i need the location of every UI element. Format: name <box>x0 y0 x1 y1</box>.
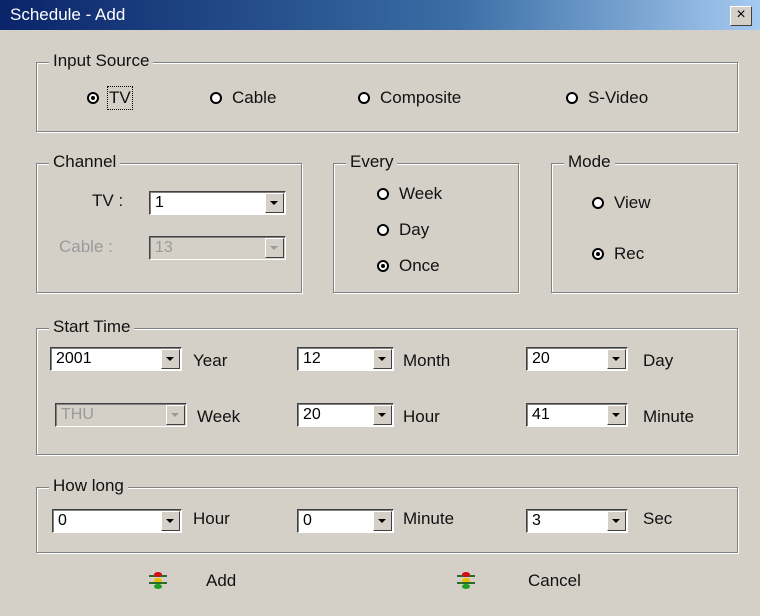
radio-icon <box>358 92 370 104</box>
tv-channel-select[interactable]: 1 <box>149 191 286 215</box>
week-label: Week <box>197 407 241 426</box>
every-once-radio[interactable]: Once <box>377 256 440 276</box>
input-source-svideo-label: S-Video <box>588 88 649 107</box>
dropdown-arrow-icon <box>265 238 284 258</box>
traffic-light-icon <box>457 572 475 590</box>
input-source-composite-label: Composite <box>380 88 462 107</box>
dropdown-arrow-icon[interactable] <box>373 349 392 369</box>
input-source-cable-label: Cable <box>232 88 277 107</box>
dropdown-arrow-icon[interactable] <box>161 349 180 369</box>
cable-channel-select: 13 <box>149 236 286 260</box>
start-minute-select[interactable]: 41 <box>526 403 628 427</box>
window-title: Schedule - Add <box>10 5 126 24</box>
start-month-select[interactable]: 12 <box>297 347 394 371</box>
duration-sec-label: Sec <box>643 509 673 528</box>
input-source-tv-label: TV <box>107 86 133 110</box>
channel-group: Channel TV : 1 Cable : 13 <box>36 152 302 293</box>
title-bar[interactable]: Schedule - Add × <box>0 0 760 30</box>
input-source-cable-radio[interactable]: Cable <box>210 88 276 108</box>
dropdown-arrow-icon[interactable] <box>607 349 626 369</box>
radio-icon <box>377 188 389 200</box>
duration-minute-label: Minute <box>403 509 455 528</box>
dropdown-arrow-icon[interactable] <box>607 405 626 425</box>
month-label: Month <box>403 351 451 370</box>
start-minute-value: 41 <box>532 406 550 423</box>
every-legend: Every <box>346 152 398 172</box>
dropdown-arrow-icon[interactable] <box>161 511 180 531</box>
mode-group: Mode View Rec <box>551 152 738 293</box>
start-day-value: 20 <box>532 350 550 367</box>
tv-channel-value: 1 <box>155 194 164 211</box>
mode-view-radio[interactable]: View <box>592 193 651 213</box>
close-button[interactable]: × <box>730 6 752 26</box>
duration-minute-select[interactable]: 0 <box>297 509 394 533</box>
mode-rec-radio[interactable]: Rec <box>592 244 644 264</box>
every-week-label: Week <box>399 184 443 203</box>
cancel-button[interactable]: Cancel <box>457 571 581 591</box>
tv-channel-label: TV : <box>92 191 124 210</box>
radio-selected-icon <box>592 248 604 260</box>
minute-label: Minute <box>643 407 695 426</box>
dropdown-arrow-icon[interactable] <box>607 511 626 531</box>
start-month-value: 12 <box>303 350 321 367</box>
start-year-value: 2001 <box>56 350 92 367</box>
start-week-select: THU <box>55 403 187 427</box>
start-year-select[interactable]: 2001 <box>50 347 182 371</box>
start-day-select[interactable]: 20 <box>526 347 628 371</box>
every-day-label: Day <box>399 220 430 239</box>
duration-minute-value: 0 <box>303 512 312 529</box>
radio-icon <box>210 92 222 104</box>
radio-selected-icon <box>377 260 389 272</box>
input-source-svideo-radio[interactable]: S-Video <box>566 88 648 108</box>
add-button[interactable]: Add <box>149 571 237 591</box>
cable-channel-label: Cable : <box>59 237 113 256</box>
dropdown-arrow-icon[interactable] <box>373 511 392 531</box>
how-long-group: How long 0 Hour 0 Minute 3 Sec <box>36 476 738 553</box>
start-hour-select[interactable]: 20 <box>297 403 394 427</box>
day-label: Day <box>643 351 674 370</box>
dropdown-arrow-icon[interactable] <box>265 193 284 213</box>
start-week-value: THU <box>61 406 94 423</box>
duration-hour-value: 0 <box>58 512 67 529</box>
start-time-group: Start Time 2001 Year 12 Month 20 Day THU… <box>36 317 738 455</box>
channel-legend: Channel <box>49 152 121 172</box>
duration-sec-select[interactable]: 3 <box>526 509 628 533</box>
start-time-legend: Start Time <box>49 317 135 337</box>
year-label: Year <box>193 351 228 370</box>
hour-label: Hour <box>403 407 440 426</box>
duration-sec-value: 3 <box>532 512 541 529</box>
cancel-label: Cancel <box>528 571 581 590</box>
input-source-legend: Input Source <box>49 51 154 71</box>
dropdown-arrow-icon[interactable] <box>373 405 392 425</box>
how-long-legend: How long <box>49 476 128 496</box>
input-source-group: Input Source TV Cable Composite S-Video <box>36 51 738 132</box>
cable-channel-value: 13 <box>155 239 173 256</box>
input-source-composite-radio[interactable]: Composite <box>358 88 461 108</box>
schedule-add-dialog: Schedule - Add × Input Source TV Cable C… <box>0 0 760 616</box>
input-source-tv-radio[interactable]: TV <box>87 86 133 110</box>
every-week-radio[interactable]: Week <box>377 184 442 204</box>
start-hour-value: 20 <box>303 406 321 423</box>
duration-hour-select[interactable]: 0 <box>52 509 182 533</box>
add-label: Add <box>206 571 237 590</box>
radio-icon <box>566 92 578 104</box>
traffic-light-icon <box>149 572 167 590</box>
radio-icon <box>377 224 389 236</box>
radio-selected-icon <box>87 92 99 104</box>
every-once-label: Once <box>399 256 440 275</box>
mode-view-label: View <box>614 193 651 212</box>
duration-hour-label: Hour <box>193 509 230 528</box>
mode-rec-label: Rec <box>614 244 645 263</box>
dropdown-arrow-icon <box>166 405 185 425</box>
mode-legend: Mode <box>564 152 615 172</box>
radio-icon <box>592 197 604 209</box>
every-group: Every Week Day Once <box>333 152 519 293</box>
every-day-radio[interactable]: Day <box>377 220 429 240</box>
